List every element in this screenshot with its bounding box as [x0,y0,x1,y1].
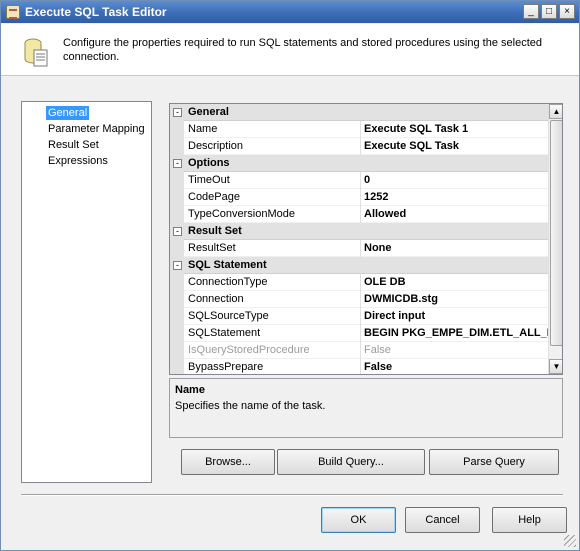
title-bar[interactable]: Execute SQL Task Editor _ □ × [1,1,579,23]
category-sql-statement[interactable]: - SQL Statement [170,257,548,274]
window-title: Execute SQL Task Editor [25,5,167,19]
property-value: False [364,344,391,356]
property-value[interactable]: Execute SQL Task [364,140,548,152]
category-options[interactable]: - Options [170,155,548,172]
category-result-set[interactable]: - Result Set [170,223,548,240]
collapse-icon[interactable]: - [173,159,182,168]
description-title: Name [175,384,205,396]
ok-button[interactable]: OK [321,507,396,533]
property-label: SQLStatement [188,327,261,339]
property-label: SQLSourceType [188,310,269,322]
nav-item-general[interactable]: General [46,106,90,120]
build-query-button[interactable]: Build Query... [277,449,425,475]
property-value[interactable]: BEGIN PKG_EMPE_DIM.ETL_ALL_I [364,327,548,339]
property-row-sqlsourcetype[interactable]: SQLSourceType Direct input [170,308,548,325]
property-value[interactable]: Direct input [364,310,548,322]
property-row-description[interactable]: Description Execute SQL Task [170,138,548,155]
property-label: ResultSet [188,242,236,254]
property-label: BypassPrepare [188,361,264,373]
sql-task-icon [6,5,20,19]
resize-grip-icon[interactable] [564,535,576,547]
property-value[interactable]: 1252 [364,191,548,203]
property-label: CodePage [188,191,240,203]
property-row-isquerystoredprocedure: IsQueryStoredProcedure False [170,342,548,359]
collapse-icon[interactable]: - [173,261,182,270]
property-value[interactable]: DWMICDB.stg [364,293,548,305]
property-value[interactable]: False [364,361,548,373]
help-button[interactable]: Help [492,507,567,533]
property-label: TypeConversionMode [188,208,296,220]
scroll-up-icon[interactable]: ▲ [549,104,562,119]
header-panel: Configure the properties required to run… [1,24,579,76]
property-row-codepage[interactable]: CodePage 1252 [170,189,548,206]
dialog-window: Execute SQL Task Editor _ □ × Configure … [0,0,580,551]
browse-button[interactable]: Browse... [181,449,275,475]
property-row-timeout[interactable]: TimeOut 0 [170,172,548,189]
property-grid: - General Name Execute SQL Task 1 Descri… [169,103,563,375]
property-label: ConnectionType [188,276,268,288]
page-navigation-list: General Parameter Mapping Result Set Exp… [21,101,152,483]
property-label: Connection [188,293,244,305]
property-value[interactable]: Execute SQL Task 1 [364,123,548,135]
property-row-resultset[interactable]: ResultSet None [170,240,548,257]
description-text: Specifies the name of the task. [175,400,326,412]
header-description: Configure the properties required to run… [63,37,542,63]
property-row-typeconversionmode[interactable]: TypeConversionMode Allowed [170,206,548,223]
category-general[interactable]: - General [170,104,548,121]
database-script-icon [24,38,48,67]
property-row-bypassprepare[interactable]: BypassPrepare False [170,359,548,374]
property-label: IsQueryStoredProcedure [188,344,310,356]
collapse-icon[interactable]: - [173,227,182,236]
property-value[interactable]: None [364,242,548,254]
maximize-button[interactable]: □ [541,4,557,19]
property-row-sqlstatement[interactable]: SQLStatement BEGIN PKG_EMPE_DIM.ETL_ALL_… [170,325,548,342]
minimize-button[interactable]: _ [523,4,539,19]
scrollbar-thumb[interactable] [550,120,562,346]
property-row-name[interactable]: Name Execute SQL Task 1 [170,121,548,138]
property-row-connection[interactable]: Connection DWMICDB.stg [170,291,548,308]
nav-item-parameter-mapping[interactable]: Parameter Mapping [46,122,147,136]
property-row-connectiontype[interactable]: ConnectionType OLE DB [170,274,548,291]
property-label: Name [188,123,218,135]
property-label: Description [188,140,244,152]
parse-query-button[interactable]: Parse Query [429,449,559,475]
category-label: Result Set [188,225,242,237]
category-label: SQL Statement [188,259,267,271]
category-label: Options [188,157,230,169]
divider [21,494,563,496]
vertical-scrollbar[interactable]: ▲ ▼ [548,104,562,374]
property-value[interactable]: OLE DB [364,276,548,288]
close-button[interactable]: × [559,4,575,19]
property-value[interactable]: 0 [364,174,548,186]
property-value[interactable]: Allowed [364,208,548,220]
nav-item-result-set[interactable]: Result Set [46,138,101,152]
property-description-panel: Name Specifies the name of the task. [169,378,563,438]
category-label: General [188,106,229,118]
property-label: TimeOut [188,174,230,186]
collapse-icon[interactable]: - [173,108,182,117]
cancel-button[interactable]: Cancel [405,507,480,533]
nav-item-expressions[interactable]: Expressions [46,154,110,168]
scroll-down-icon[interactable]: ▼ [549,359,562,374]
